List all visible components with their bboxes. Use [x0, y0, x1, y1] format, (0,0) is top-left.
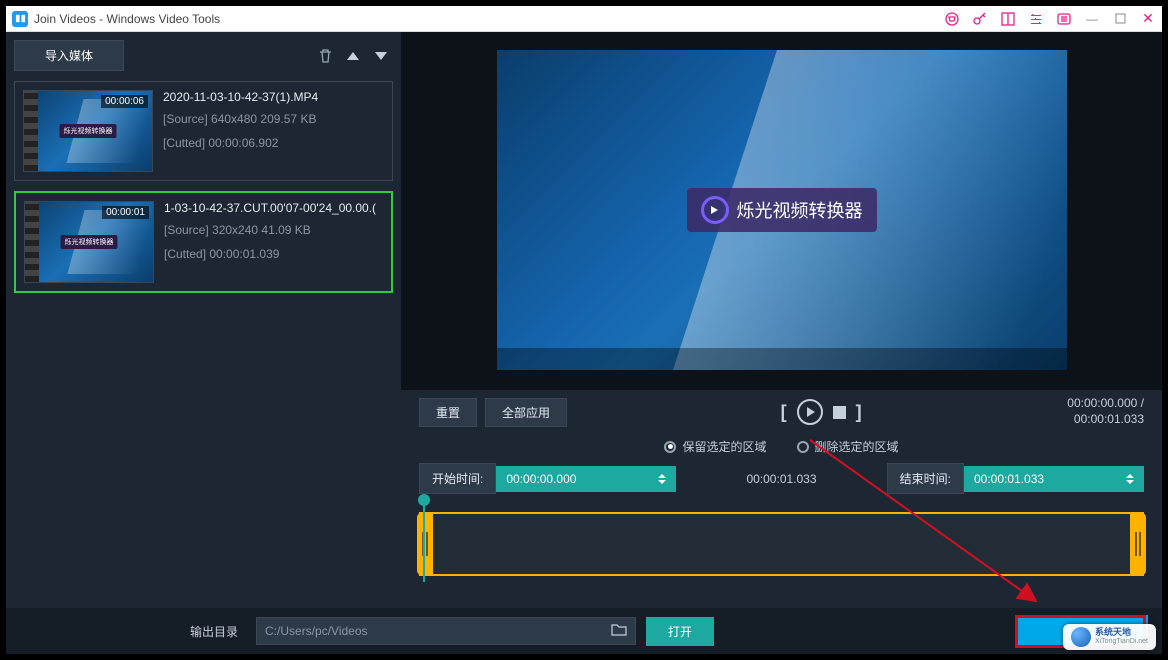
key-icon[interactable] — [966, 6, 994, 32]
range-duration: 00:00:01.033 — [676, 472, 886, 486]
cart-icon[interactable] — [938, 6, 966, 32]
media-panel: 导入媒体 烁光视频转换器 00:00:06 2020-11-03-10-42-3… — [6, 32, 401, 607]
clip-cutted: [Cutted] 00:00:06.902 — [163, 136, 384, 150]
delete-icon[interactable] — [313, 45, 337, 67]
app-title: Join Videos - Windows Video Tools — [34, 12, 220, 26]
watermark-logo: 系统天地 XiTongTianDi.net — [1063, 624, 1156, 650]
output-dir-label: 输出目录 — [190, 623, 238, 640]
play-button[interactable] — [797, 399, 823, 425]
radio-keep-region[interactable]: 保留选定的区域 — [664, 438, 766, 455]
close-button[interactable]: ✕ — [1134, 6, 1162, 32]
end-time-label: 结束时间: — [887, 463, 964, 494]
playhead-marker[interactable] — [423, 500, 425, 582]
radio-delete-region[interactable]: 删除选定的区域 — [797, 438, 899, 455]
move-up-icon[interactable] — [341, 45, 365, 67]
bottom-bar: 输出目录 C:/Users/pc/Videos 打开 合 — [6, 608, 1162, 654]
reset-button[interactable]: 重置 — [419, 398, 477, 427]
start-time-input[interactable]: 00:00:00.000 — [496, 466, 676, 492]
preview-overlay: 烁光视频转换器 — [687, 188, 877, 232]
clip-thumbnail: 烁光视频转换器 00:00:01 — [24, 201, 154, 283]
stop-button[interactable] — [833, 406, 846, 419]
move-down-icon[interactable] — [369, 45, 393, 67]
region-handle-left[interactable] — [417, 512, 433, 576]
app-icon — [12, 11, 28, 27]
selected-region[interactable] — [419, 512, 1144, 576]
settings-icon[interactable] — [1022, 6, 1050, 32]
browse-folder-icon[interactable] — [611, 623, 627, 639]
minimize-button[interactable]: — — [1078, 6, 1106, 32]
clip-thumbnail: 烁光视频转换器 00:00:06 — [23, 90, 153, 172]
clip-filename: 1-03-10-42-37.CUT.00'07-00'24_00.00.( — [164, 201, 383, 215]
titlebar: Join Videos - Windows Video Tools — ✕ — [6, 6, 1162, 32]
video-preview[interactable]: 烁光视频转换器 — [497, 50, 1067, 370]
output-path-input[interactable]: C:/Users/pc/Videos — [256, 617, 636, 645]
clip-duration: 00:00:06 — [101, 95, 148, 108]
clip-source: [Source] 320x240 41.09 KB — [164, 223, 383, 237]
region-handle-right[interactable] — [1130, 512, 1146, 576]
preview-area: 烁光视频转换器 — [401, 32, 1162, 390]
maximize-button[interactable] — [1106, 6, 1134, 32]
clip-filename: 2020-11-03-10-42-37(1).MP4 — [163, 90, 384, 104]
end-time-input[interactable]: 00:00:01.033 — [964, 466, 1144, 492]
start-time-label: 开始时间: — [419, 463, 496, 494]
clip-item[interactable]: 烁光视频转换器 00:00:01 1-03-10-42-37.CUT.00'07… — [14, 191, 393, 293]
menu-icon[interactable] — [1050, 6, 1078, 32]
clip-source: [Source] 640x480 209.57 KB — [163, 112, 384, 126]
mark-out-button[interactable]: ] — [856, 402, 862, 423]
mark-in-button[interactable]: [ — [781, 402, 787, 423]
import-media-button[interactable]: 导入媒体 — [14, 40, 124, 71]
open-folder-button[interactable]: 打开 — [646, 617, 714, 646]
apply-all-button[interactable]: 全部应用 — [485, 398, 567, 427]
clip-cutted: [Cutted] 00:00:01.039 — [164, 247, 383, 261]
time-display: 00:00:00.000 / 00:00:01.033 — [1067, 396, 1144, 427]
timeline[interactable] — [419, 506, 1144, 576]
layout-icon[interactable] — [994, 6, 1022, 32]
clip-item[interactable]: 烁光视频转换器 00:00:06 2020-11-03-10-42-37(1).… — [14, 81, 393, 181]
clip-duration: 00:00:01 — [102, 206, 149, 219]
